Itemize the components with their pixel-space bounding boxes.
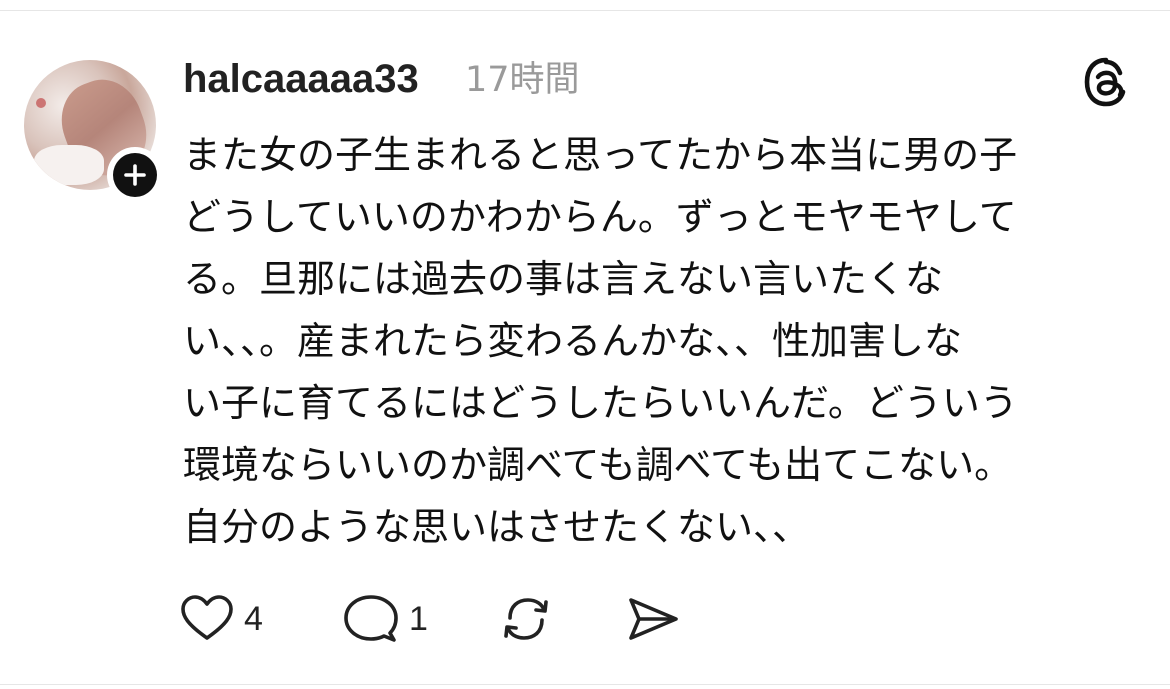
repost-icon bbox=[504, 598, 548, 640]
post-text-line: い、、。産まれたら変わるんかな、、性加害しな bbox=[183, 319, 963, 363]
repost-button[interactable] bbox=[498, 594, 554, 644]
share-button[interactable] bbox=[625, 594, 681, 644]
reply-button[interactable]: 1 bbox=[343, 594, 428, 644]
username[interactable]: halcaaaaa33 bbox=[183, 55, 419, 103]
threads-logo-icon[interactable] bbox=[1082, 56, 1130, 108]
post-body: また女の子生まれると思ってたから本当に男の子 どうしていいのかわからん。ずっとモ… bbox=[183, 124, 1123, 558]
plus-icon bbox=[113, 153, 157, 197]
post-text-line: る。旦那には過去の事は言えない言いたくな bbox=[183, 257, 944, 301]
post-text-line: 環境ならいいのか調べても調べても出てこない。 bbox=[183, 443, 1013, 487]
like-count: 4 bbox=[244, 599, 263, 638]
reply-count: 1 bbox=[409, 599, 428, 638]
comment-icon bbox=[344, 595, 398, 642]
follow-button[interactable] bbox=[107, 147, 163, 203]
avatar-photo-detail bbox=[36, 98, 46, 108]
top-divider bbox=[0, 10, 1170, 11]
avatar-photo-fabric bbox=[34, 145, 104, 185]
post-text-line: どうしていいのかわからん。ずっとモヤモヤして bbox=[183, 195, 1017, 239]
post-text-line: い子に育てるにはどうしたらいいんだ。どういう bbox=[183, 381, 1018, 425]
send-icon bbox=[629, 598, 678, 640]
like-button[interactable]: 4 bbox=[180, 594, 263, 644]
post-time: 17時間 bbox=[465, 60, 580, 100]
post-text-line: 自分のような思いはさせたくない、、 bbox=[183, 505, 811, 549]
post-text-line: また女の子生まれると思ってたから本当に男の子 bbox=[183, 133, 1018, 177]
heart-icon bbox=[181, 595, 233, 640]
bottom-divider bbox=[0, 684, 1170, 685]
